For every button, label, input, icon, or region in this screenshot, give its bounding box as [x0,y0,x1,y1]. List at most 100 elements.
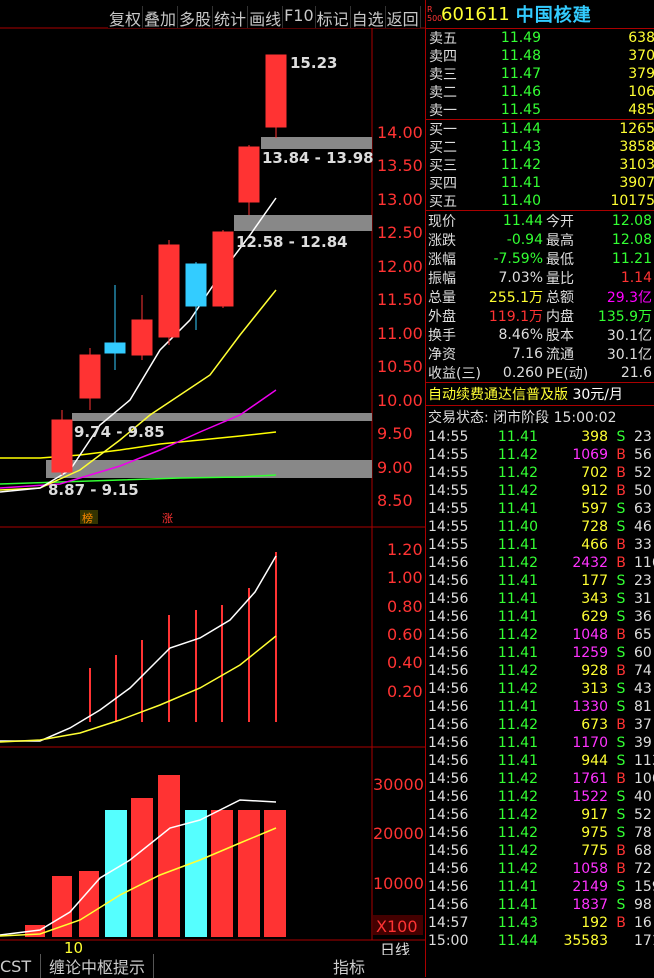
tick-price: 11.42 [497,555,538,571]
order-volume: 638 [628,30,654,46]
tick-volume: 1761 [572,771,608,787]
tick-count: 16 [634,915,652,931]
tick-time: 14:56 [428,843,469,859]
tick-price: 11.41 [497,645,538,661]
order-row[interactable]: 卖五 11.49 638 [426,29,654,47]
toolbar-watchlist[interactable]: 自选 [351,6,386,29]
tick-flag: S [616,681,626,697]
tab-chanlun[interactable]: 缠论中枢提示 [40,954,155,978]
tick-time: 14:56 [428,699,469,715]
order-row[interactable]: 卖三 11.47 379 [426,65,654,83]
tick-flag: B [616,465,626,481]
order-label: 卖五 [429,31,457,47]
tick-price: 11.42 [497,663,538,679]
tick-price: 11.41 [497,609,538,625]
tick-volume: 313 [581,681,608,697]
quote-value: -0.94 [506,231,543,248]
tab-indicator[interactable]: 指标 [333,954,425,978]
order-row[interactable]: 卖一 11.45 485 [426,101,654,119]
tick-flag: S [616,591,626,607]
volume-unit: X100 [376,917,418,936]
tick-price: 11.41 [497,735,538,751]
tick-price: 11.41 [497,699,538,715]
tick-flag: B [616,447,626,463]
order-volume: 3858 [619,139,654,155]
tick-row: 14:57 11.43 192 B 16 [426,914,654,932]
tick-price: 11.42 [497,825,538,841]
order-row[interactable]: 买五 11.40 10175 [426,192,654,210]
toolbar-multi[interactable]: 多股 [178,6,214,29]
quote-row: 现价 11.44 今开 12.08 [426,211,654,230]
quote-value: 30.1亿 [606,346,652,363]
order-price: 11.41 [500,175,541,191]
svg-text:0.80: 0.80 [387,597,423,616]
toolbar-mark[interactable]: 标记 [316,6,351,29]
toolbar-overlay[interactable]: 叠加 [143,6,179,29]
tick-volume: 944 [581,753,608,769]
toolbar-draw[interactable]: 画线 [248,6,284,29]
order-price: 11.47 [500,66,541,82]
kline-chart[interactable]: 15.23 13.84 - 13.98 12.58 - 12.84 9.74 -… [0,0,425,977]
order-row[interactable]: 买二 11.43 3858 [426,138,654,156]
order-row[interactable]: 卖二 11.46 106 [426,83,654,101]
order-label: 买二 [429,140,457,156]
tick-flag: S [616,609,626,625]
svg-text:12.50: 12.50 [377,223,423,242]
tick-count: 52 [634,465,652,481]
volume-axis: 30000 20000 10000 [373,775,424,893]
stock-name: 中国核建 [515,5,592,26]
tick-flag: S [616,735,626,751]
tick-time: 14:56 [428,609,469,625]
quote-value: 119.1万 [488,308,543,325]
order-row[interactable]: 买三 11.42 3103 [426,156,654,174]
order-label: 买四 [429,176,457,192]
toolbar-back[interactable]: 返回 [386,6,421,29]
quote-table: 现价 11.44 今开 12.08 涨跌 -0.94 最高 12.08 涨幅 -7.59% 最低 11… [426,211,654,382]
tick-list[interactable]: 14:55 11.41 398 S 23 14:55 11.42 1069 B 56 14:55 11… [426,428,654,950]
price-axis: 14.00 13.50 13.00 12.50 12.00 11.50 11.0… [377,123,423,510]
tick-count: 31 [634,591,652,607]
quote-label: 涨幅 [428,251,456,268]
tick-flag: S [616,807,626,823]
quote-value: 7.03% [498,269,543,286]
order-row[interactable]: 买四 11.41 3907 [426,174,654,192]
zone-label: 12.58 - 12.84 [236,233,348,251]
tick-time: 14:56 [428,681,469,697]
tick-volume: 466 [581,537,608,553]
tick-row: 14:56 11.41 629 S 36 [426,608,654,626]
quote-label: 今开 [546,213,574,230]
toolbar-fuquan[interactable]: 复权 [108,6,144,29]
order-price: 11.43 [500,139,541,155]
tick-row: 14:56 11.42 1522 S 40 [426,788,654,806]
tick-count: 159 [634,879,654,895]
svg-text:8.50: 8.50 [377,491,413,510]
toolbar-stats[interactable]: 统计 [213,6,249,29]
svg-text:10000: 10000 [373,874,424,893]
order-volume: 10175 [610,193,654,209]
svg-text:0.20: 0.20 [387,682,423,701]
order-row[interactable]: 买一 11.44 1265 [426,120,654,138]
tick-row: 14:56 11.42 1048 B 65 [426,626,654,644]
tick-time: 14:56 [428,591,469,607]
svg-text:13.50: 13.50 [377,156,423,175]
tick-volume: 1330 [572,699,608,715]
tick-row: 14:56 11.41 944 S 113 [426,752,654,770]
tick-count: 23 [634,573,652,589]
svg-text:14.00: 14.00 [377,123,423,142]
order-row[interactable]: 卖四 11.48 370 [426,47,654,65]
tick-volume: 917 [581,807,608,823]
tick-time: 14:56 [428,717,469,733]
tick-volume: 673 [581,717,608,733]
subscription-ad[interactable]: 自动续费通达信普及版 30元/月 [426,383,654,405]
zone-label: 9.74 - 9.85 [74,423,165,441]
quote-label: 量比 [546,270,574,287]
tick-price: 11.44 [497,933,538,949]
order-label: 卖三 [429,67,457,83]
svg-text:9.50: 9.50 [377,424,413,443]
toolbar-f10[interactable]: F10 [283,6,316,28]
tick-time: 14:56 [428,663,469,679]
order-volume: 106 [628,84,654,100]
order-volume: 3907 [619,175,654,191]
tick-time: 14:56 [428,861,469,877]
tick-time: 14:55 [428,537,469,553]
